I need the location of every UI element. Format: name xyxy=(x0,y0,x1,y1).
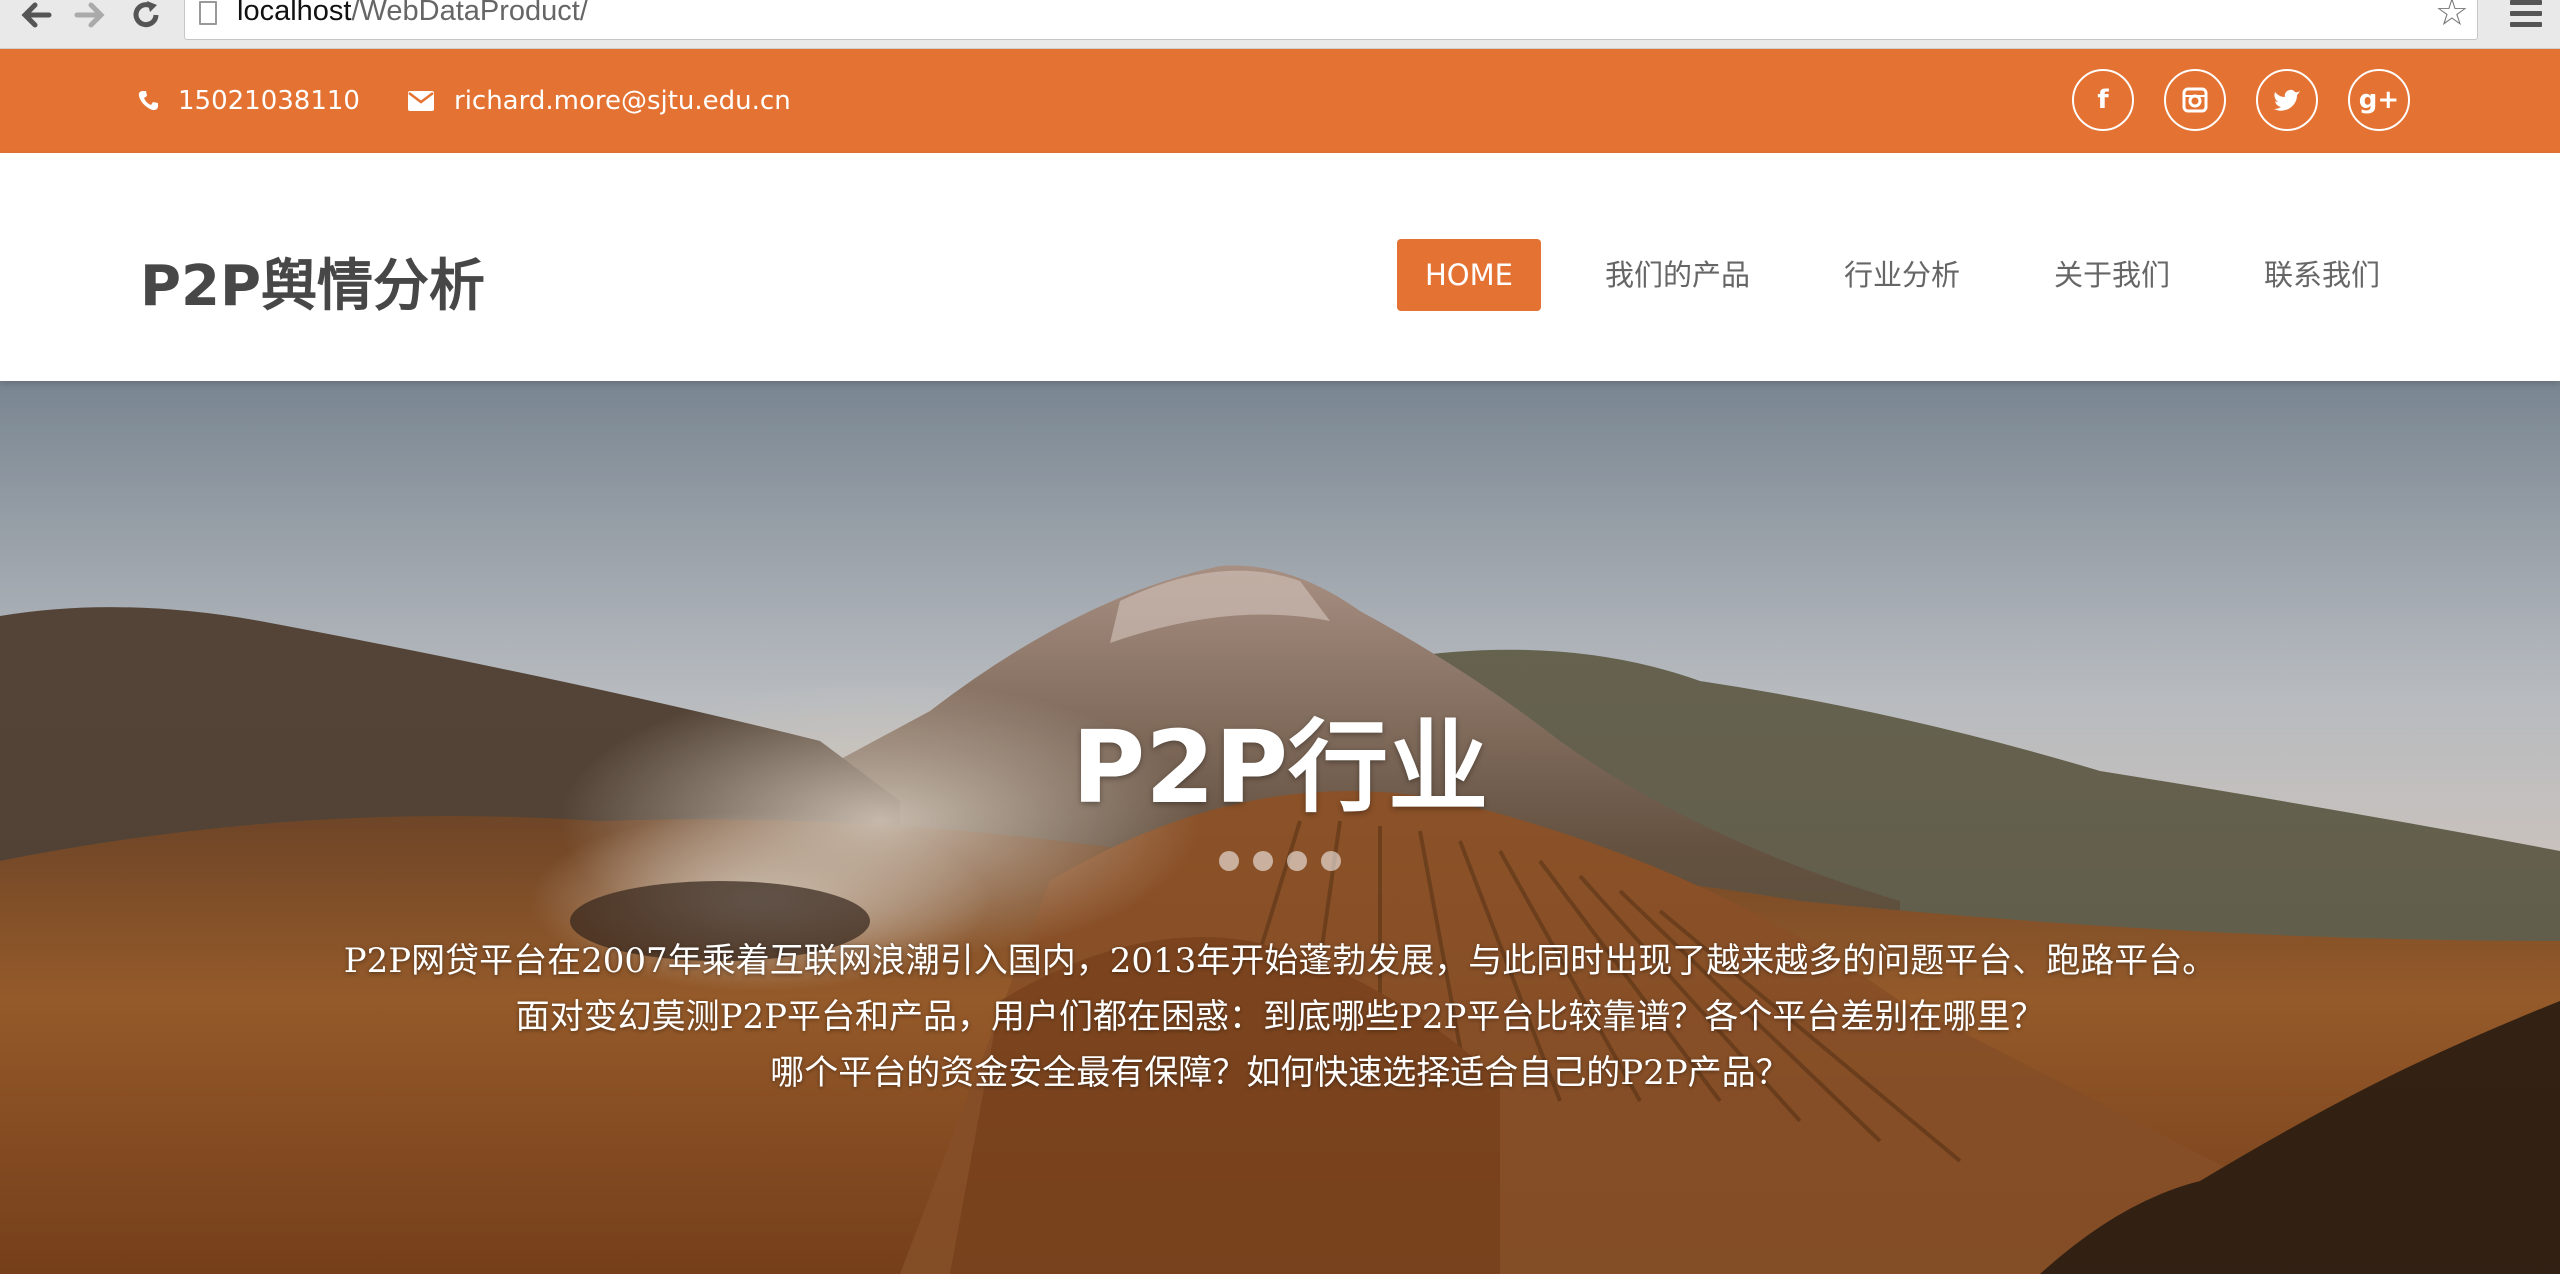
facebook-icon[interactable]: f xyxy=(2072,69,2134,131)
address-bar[interactable]: localhost/WebDataProduct/ ☆ xyxy=(184,0,2478,40)
reload-icon[interactable] xyxy=(126,0,166,30)
nav-about-us[interactable]: 关于我们 xyxy=(2024,239,2200,311)
email-address: richard.more@sjtu.edu.cn xyxy=(454,86,791,116)
contact-bar: 15021038110 richard.more@sjtu.edu.cn f g… xyxy=(0,49,2560,153)
forward-icon[interactable] xyxy=(70,0,110,30)
nav-home[interactable]: HOME xyxy=(1396,239,1541,311)
menu-icon[interactable] xyxy=(2510,0,2542,33)
nav-contact-us[interactable]: 联系我们 xyxy=(2234,239,2410,311)
email-contact: richard.more@sjtu.edu.cn xyxy=(408,49,791,153)
site-logo[interactable]: P2P舆情分析 xyxy=(140,241,485,322)
hero-line: P2P网贷平台在2007年乘着互联网浪潮引入国内，2013年开始蓬勃发展，与此同… xyxy=(343,941,2217,981)
slider-dot[interactable] xyxy=(1287,851,1307,871)
main-nav: HOME 我们的产品 行业分析 关于我们 联系我们 xyxy=(1396,239,2410,311)
slider-dot[interactable] xyxy=(1253,851,1273,871)
phone-contact: 15021038110 xyxy=(138,49,360,153)
browser-toolbar: localhost/WebDataProduct/ ☆ xyxy=(0,0,2560,49)
nav-industry-analysis[interactable]: 行业分析 xyxy=(1814,239,1990,311)
page-icon xyxy=(199,1,217,25)
bookmark-star-icon[interactable]: ☆ xyxy=(2435,0,2469,31)
google-plus-icon[interactable]: g+ xyxy=(2348,69,2410,131)
back-icon[interactable] xyxy=(16,0,56,30)
twitter-icon[interactable] xyxy=(2256,69,2318,131)
phone-number: 15021038110 xyxy=(178,86,360,116)
slider-dot[interactable] xyxy=(1219,851,1239,871)
slider-dot[interactable] xyxy=(1321,851,1341,871)
hero-title: P2P行业 xyxy=(1071,709,1489,826)
site-header: P2P舆情分析 HOME 我们的产品 行业分析 关于我们 联系我们 xyxy=(0,153,2560,381)
phone-icon xyxy=(138,90,158,112)
slider-pagination xyxy=(0,851,2560,871)
envelope-icon xyxy=(408,91,434,111)
hero-line: 面对变幻莫测P2P平台和产品，用户们都在困惑：到底哪些P2P平台比较靠谱？各个平… xyxy=(515,997,2045,1037)
hero-description: P2P网贷平台在2007年乘着互联网浪潮引入国内，2013年开始蓬勃发展，与此同… xyxy=(0,933,2560,1101)
social-links: f g+ xyxy=(2072,69,2410,131)
hero-line: 哪个平台的资金安全最有保障？如何快速选择适合自己的P2P产品？ xyxy=(770,1053,1790,1093)
url-text: localhost/WebDataProduct/ xyxy=(237,0,588,27)
nav-products[interactable]: 我们的产品 xyxy=(1575,239,1780,311)
instagram-icon[interactable] xyxy=(2164,69,2226,131)
hero-slider[interactable]: P2P行业 P2P网贷平台在2007年乘着互联网浪潮引入国内，2013年开始蓬勃… xyxy=(0,381,2560,1274)
